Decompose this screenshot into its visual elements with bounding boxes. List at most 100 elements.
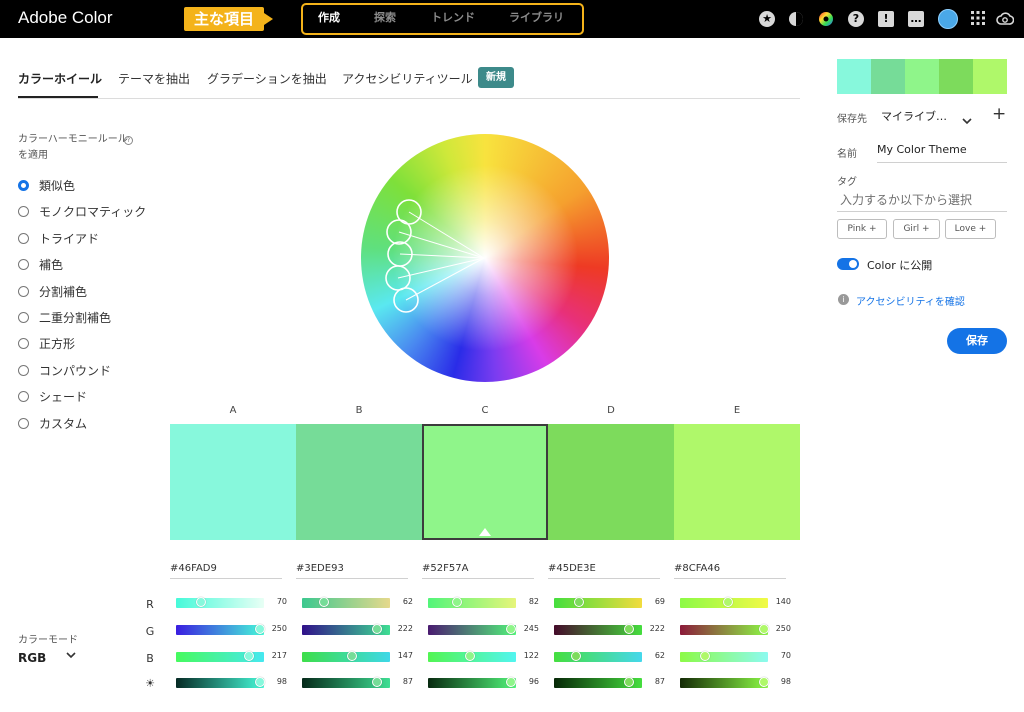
- brightness-value[interactable]: 87: [391, 677, 413, 686]
- slider-knob[interactable]: [624, 624, 634, 634]
- slider-knob[interactable]: [723, 597, 733, 607]
- chevron-down-icon[interactable]: [962, 110, 972, 129]
- slider-knob[interactable]: [255, 624, 265, 634]
- wheel-handle-e[interactable]: [393, 287, 419, 313]
- radio-button[interactable]: [18, 337, 29, 349]
- help-icon[interactable]: ?: [848, 11, 864, 27]
- chat-icon[interactable]: …: [908, 11, 924, 27]
- red-slider[interactable]: [176, 597, 264, 608]
- hex-input[interactable]: #45DE3E: [548, 563, 660, 579]
- radio-button[interactable]: [18, 285, 29, 297]
- brightness-slider[interactable]: [680, 677, 769, 688]
- color-wheel-icon[interactable]: [818, 11, 834, 27]
- brightness-value[interactable]: 98: [265, 677, 287, 686]
- brightness-slider[interactable]: [428, 677, 516, 688]
- hex-input[interactable]: #3EDE93: [296, 563, 408, 579]
- nav-trends[interactable]: トレンド: [431, 9, 475, 25]
- wheel-handle-b[interactable]: [386, 219, 412, 245]
- theme-name-input[interactable]: My Color Theme: [877, 143, 967, 156]
- blue-slider[interactable]: [302, 651, 390, 662]
- slider-knob[interactable]: [465, 651, 475, 661]
- contrast-icon[interactable]: [788, 11, 804, 27]
- slider-knob[interactable]: [244, 651, 254, 661]
- tag-input[interactable]: 入力するか以下から選択: [840, 191, 972, 208]
- slider-knob[interactable]: [759, 677, 769, 687]
- red-value[interactable]: 140: [769, 597, 791, 606]
- radio-button[interactable]: [18, 364, 29, 376]
- nav-create[interactable]: 作成: [318, 9, 340, 25]
- tab-extract-gradient[interactable]: グラデーションを抽出: [207, 70, 327, 87]
- brightness-value[interactable]: 96: [517, 677, 539, 686]
- radio-button[interactable]: [18, 390, 29, 402]
- harmony-option[interactable]: シェード: [18, 387, 87, 405]
- color-wheel-handles[interactable]: [361, 134, 609, 382]
- wheel-handle-d[interactable]: [385, 265, 411, 291]
- tab-color-wheel[interactable]: カラーホイール: [18, 70, 102, 87]
- brightness-value[interactable]: 87: [643, 677, 665, 686]
- tab-extract-theme[interactable]: テーマを抽出: [118, 70, 190, 87]
- library-select[interactable]: マイライブ…: [881, 108, 947, 124]
- radio-button[interactable]: [18, 417, 29, 429]
- slider-knob[interactable]: [347, 651, 357, 661]
- slider-knob[interactable]: [506, 677, 516, 687]
- avatar[interactable]: [938, 9, 958, 29]
- star-icon[interactable]: ★: [759, 11, 775, 27]
- slider-knob[interactable]: [506, 624, 516, 634]
- blue-slider[interactable]: [680, 651, 768, 662]
- color-swatch[interactable]: [170, 424, 296, 540]
- green-value[interactable]: 222: [643, 624, 665, 633]
- green-slider[interactable]: [680, 624, 769, 635]
- green-slider[interactable]: [302, 624, 390, 635]
- slider-knob[interactable]: [196, 597, 206, 607]
- red-value[interactable]: 82: [517, 597, 539, 606]
- blue-slider[interactable]: [176, 651, 264, 662]
- blue-value[interactable]: 122: [517, 651, 539, 660]
- red-slider[interactable]: [428, 597, 516, 608]
- save-button[interactable]: 保存: [947, 328, 1007, 354]
- nav-library[interactable]: ライブラリ: [509, 9, 564, 25]
- hex-input[interactable]: #46FAD9: [170, 563, 282, 579]
- app-logo[interactable]: Adobe Color: [18, 8, 113, 28]
- radio-button[interactable]: [18, 258, 29, 270]
- red-value[interactable]: 62: [391, 597, 413, 606]
- slider-knob[interactable]: [255, 677, 265, 687]
- hex-input[interactable]: #8CFA46: [674, 563, 786, 579]
- slider-knob[interactable]: [759, 624, 769, 634]
- tag-chip-pink[interactable]: Pink +: [837, 219, 887, 239]
- harmony-option[interactable]: トライアド: [18, 229, 99, 247]
- info-icon[interactable]: ?: [124, 136, 133, 145]
- chevron-down-icon[interactable]: [66, 651, 76, 662]
- hex-input[interactable]: #52F57A: [422, 563, 534, 579]
- color-wheel[interactable]: [361, 134, 609, 382]
- slider-knob[interactable]: [574, 597, 584, 607]
- harmony-option[interactable]: 二重分割補色: [18, 308, 111, 326]
- radio-button[interactable]: [18, 205, 29, 217]
- blue-value[interactable]: 147: [391, 651, 413, 660]
- slider-knob[interactable]: [624, 677, 634, 687]
- harmony-option[interactable]: コンパウンド: [18, 361, 111, 379]
- red-slider[interactable]: [680, 597, 768, 608]
- blue-value[interactable]: 62: [643, 651, 665, 660]
- blue-value[interactable]: 70: [769, 651, 791, 660]
- harmony-option[interactable]: カスタム: [18, 414, 87, 432]
- harmony-option[interactable]: モノクロマティック: [18, 202, 146, 220]
- color-swatch[interactable]: [674, 424, 800, 540]
- red-slider[interactable]: [302, 597, 390, 608]
- red-slider[interactable]: [554, 597, 642, 608]
- slider-knob[interactable]: [571, 651, 581, 661]
- slider-knob[interactable]: [372, 677, 382, 687]
- brightness-slider[interactable]: [302, 677, 390, 688]
- green-slider[interactable]: [554, 624, 642, 635]
- harmony-option[interactable]: 正方形: [18, 334, 75, 352]
- tag-chip-girl[interactable]: Girl +: [893, 219, 940, 239]
- brightness-slider[interactable]: [554, 677, 642, 688]
- accessibility-link[interactable]: アクセシビリティを確認: [856, 293, 965, 308]
- color-swatch[interactable]: [422, 424, 548, 540]
- color-swatch[interactable]: [296, 424, 422, 540]
- harmony-option[interactable]: 補色: [18, 255, 63, 273]
- red-value[interactable]: 69: [643, 597, 665, 606]
- green-slider[interactable]: [428, 624, 516, 635]
- publish-toggle[interactable]: [837, 258, 859, 270]
- harmony-option[interactable]: 類似色: [18, 176, 75, 194]
- green-value[interactable]: 222: [391, 624, 413, 633]
